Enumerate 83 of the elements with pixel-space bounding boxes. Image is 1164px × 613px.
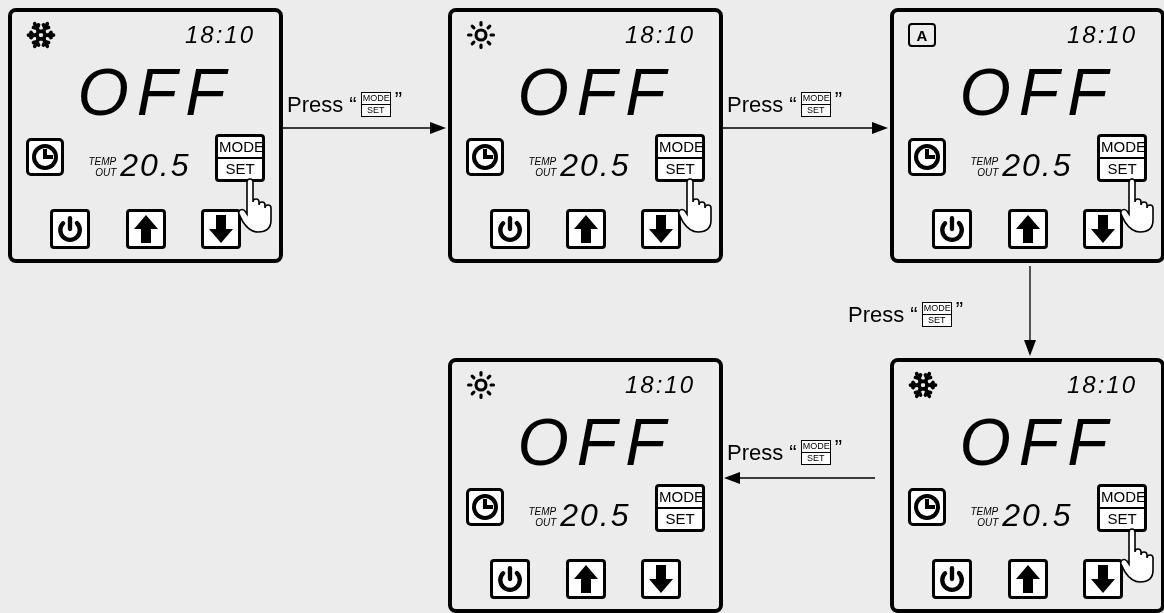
temperature-readout: 20.5 (120, 146, 191, 184)
power-icon (939, 216, 965, 242)
clock-time: 18:10 (1066, 370, 1138, 400)
up-button[interactable] (125, 209, 166, 249)
closing-quote: ” (834, 434, 842, 462)
up-button[interactable] (1007, 559, 1048, 599)
clock-icon (913, 493, 941, 521)
clock-icon (471, 143, 499, 171)
up-button[interactable] (565, 209, 606, 249)
arrow-label: Press “ (727, 439, 797, 467)
down-button[interactable] (641, 559, 681, 599)
up-arrow-icon (1014, 564, 1041, 594)
temperature-readout: 20.5 (560, 146, 631, 184)
closing-quote: ” (834, 86, 842, 114)
temp-label: TEMP (970, 506, 999, 517)
out-label: OUT (977, 517, 999, 528)
status-readout: OFF (959, 54, 1116, 131)
power-button[interactable] (932, 559, 972, 599)
temp-label: TEMP (88, 156, 117, 167)
power-icon (497, 566, 523, 592)
out-label: OUT (95, 167, 117, 178)
clock-icon (471, 493, 499, 521)
down-button[interactable] (201, 209, 241, 249)
temperature-readout: 20.5 (560, 496, 631, 534)
mode-set-button[interactable]: MODE SET (215, 134, 265, 182)
status-readout: OFF (959, 404, 1116, 481)
up-button[interactable] (1007, 209, 1048, 249)
temp-label: TEMP (528, 506, 557, 517)
status-readout: OFF (517, 54, 674, 131)
clock-icon (31, 143, 59, 171)
power-button[interactable] (50, 209, 90, 249)
up-arrow-icon (1014, 214, 1041, 244)
down-button[interactable] (641, 209, 681, 249)
power-icon (939, 566, 965, 592)
power-icon (57, 216, 83, 242)
power-button[interactable] (932, 209, 972, 249)
arrow-label: Press “ (287, 91, 357, 119)
closing-quote: ” (955, 296, 963, 324)
timer-button[interactable] (466, 138, 504, 176)
out-label: OUT (535, 167, 557, 178)
arrow-label: Press “ (727, 91, 797, 119)
arrow-label: Press “ (848, 301, 918, 329)
timer-button[interactable] (908, 488, 946, 526)
temperature-readout: 20.5 (1002, 496, 1073, 534)
temperature-readout: 20.5 (1002, 146, 1073, 184)
temp-label: TEMP (528, 156, 557, 167)
mode-set-key: MODE SET (800, 440, 831, 465)
mode-set-key: MODE SET (921, 302, 952, 327)
auto-mode-icon: A (908, 23, 936, 47)
down-arrow-icon (208, 214, 234, 244)
out-label: OUT (977, 167, 999, 178)
out-label: OUT (535, 517, 557, 528)
status-readout: OFF (77, 54, 234, 131)
mode-set-button[interactable]: MODE SET (655, 134, 705, 182)
mode-set-button[interactable]: MODE SET (655, 484, 705, 532)
timer-button[interactable] (466, 488, 504, 526)
status-readout: OFF (517, 404, 674, 481)
power-button[interactable] (490, 209, 530, 249)
down-button[interactable] (1083, 209, 1123, 249)
down-button[interactable] (1083, 559, 1123, 599)
mode-set-button[interactable]: MODE SET (1097, 484, 1147, 532)
down-arrow-icon (1090, 214, 1116, 244)
closing-quote: ” (394, 86, 402, 114)
down-arrow-icon (648, 214, 674, 244)
up-button[interactable] (565, 559, 606, 599)
clock-time: 18:10 (624, 370, 696, 400)
mode-set-key: MODE SET (360, 92, 391, 117)
up-arrow-icon (572, 214, 599, 244)
temp-label: TEMP (970, 156, 999, 167)
up-arrow-icon (132, 214, 159, 244)
mode-set-key: MODE SET (800, 92, 831, 117)
clock-time: 18:10 (1066, 20, 1138, 50)
down-arrow-icon (1090, 564, 1116, 594)
clock-time: 18:10 (184, 20, 256, 50)
timer-button[interactable] (908, 138, 946, 176)
clock-time: 18:10 (624, 20, 696, 50)
mode-set-button[interactable]: MODE SET (1097, 134, 1147, 182)
timer-button[interactable] (26, 138, 64, 176)
down-arrow-icon (648, 564, 674, 594)
clock-icon (913, 143, 941, 171)
up-arrow-icon (572, 564, 599, 594)
power-button[interactable] (490, 559, 530, 599)
power-icon (497, 216, 523, 242)
